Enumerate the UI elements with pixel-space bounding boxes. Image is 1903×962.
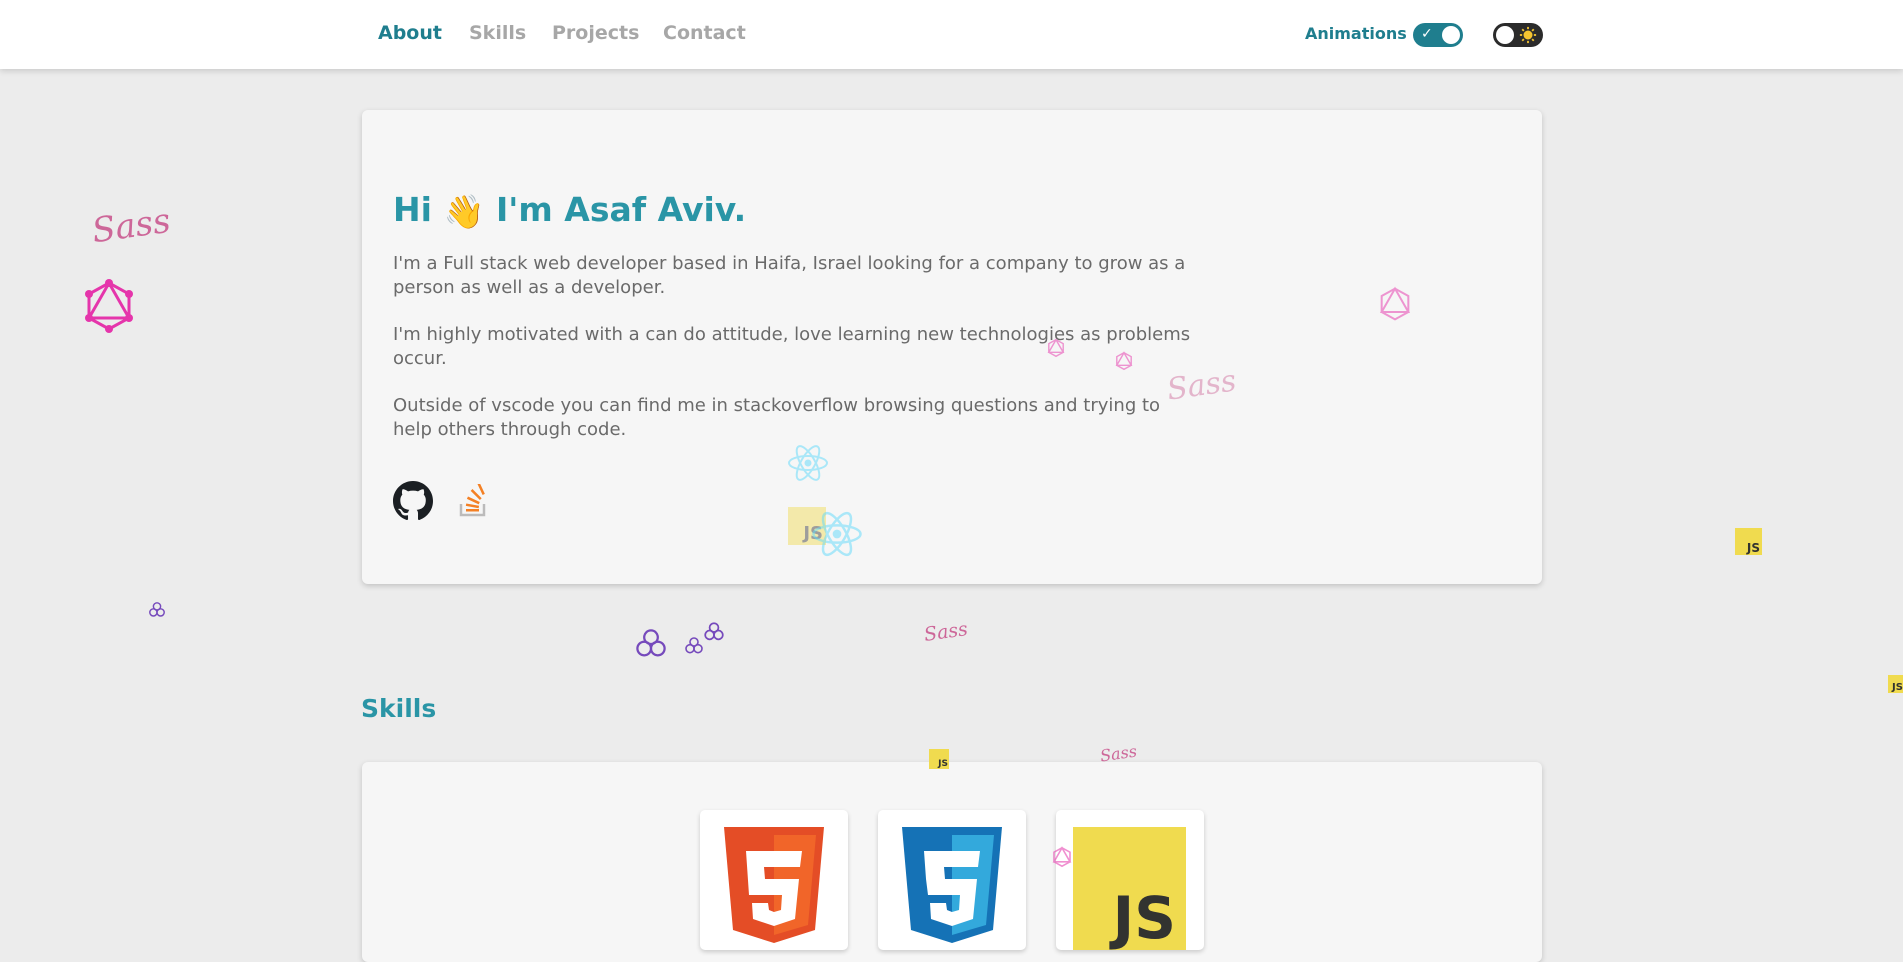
- greeting-name: I'm Asaf Aviv.: [496, 190, 747, 229]
- nav-link-about[interactable]: About: [378, 22, 442, 44]
- sass-logo-icon: Sass: [89, 200, 173, 252]
- html5-icon: [724, 827, 824, 943]
- theme-toggle[interactable]: [1493, 23, 1543, 47]
- sun-icon: [1519, 26, 1537, 44]
- redux-icon: [685, 637, 703, 654]
- github-icon[interactable]: [393, 481, 433, 521]
- animations-toggle[interactable]: ✓: [1413, 23, 1463, 47]
- greeting-heading: Hi 👋 I'm Asaf Aviv.: [393, 190, 746, 232]
- javascript-icon: JS: [1735, 528, 1762, 555]
- nav-link-skills[interactable]: Skills: [469, 22, 526, 44]
- redux-icon: [704, 622, 724, 641]
- skill-tile-css[interactable]: [878, 810, 1026, 950]
- checkmark-icon: ✓: [1421, 26, 1433, 42]
- greeting-hi: Hi: [393, 190, 432, 229]
- javascript-icon: JS: [1888, 675, 1903, 693]
- top-navigation-bar: About Skills Projects Contact Animations…: [0, 0, 1903, 69]
- redux-icon: [149, 602, 165, 617]
- stackoverflow-icon[interactable]: [459, 484, 489, 518]
- nav-link-projects[interactable]: Projects: [552, 22, 639, 44]
- toggle-knob: [1442, 26, 1460, 44]
- skill-tile-javascript[interactable]: JS: [1056, 810, 1204, 952]
- toggle-knob: [1496, 26, 1514, 44]
- about-paragraph-1: I'm a Full stack web developer based in …: [393, 253, 1186, 298]
- animations-label: Animations: [1305, 24, 1407, 43]
- waving-hand-icon: 👋: [443, 192, 485, 231]
- graphql-icon: [85, 279, 133, 333]
- css3-icon: [902, 827, 1002, 943]
- redux-icon: [636, 629, 666, 657]
- about-paragraph-2: I'm highly motivated with a can do attit…: [393, 324, 1191, 369]
- about-paragraph-3: Outside of vscode you can find me in sta…: [393, 395, 1161, 440]
- skill-tile-html[interactable]: [700, 810, 848, 950]
- nav-link-contact[interactable]: Contact: [663, 22, 746, 44]
- skills-section-title: Skills: [361, 694, 437, 723]
- sass-logo-icon: Sass: [922, 618, 970, 646]
- javascript-icon: JS: [1073, 827, 1186, 952]
